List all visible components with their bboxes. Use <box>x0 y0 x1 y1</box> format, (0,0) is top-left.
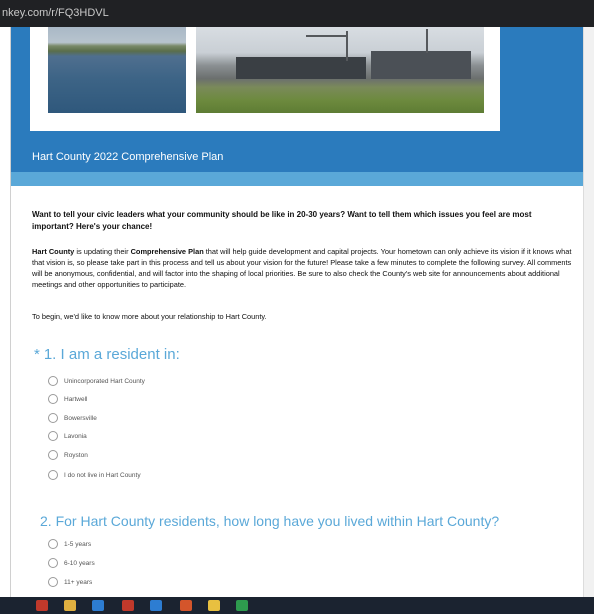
survey-title: Hart County 2022 Comprehensive Plan <box>32 151 224 163</box>
q1-option[interactable]: Lavonia <box>48 429 87 443</box>
radio-icon[interactable] <box>48 539 58 549</box>
url-text: nkey.com/r/FQ3HDVL <box>2 7 109 19</box>
option-label: 11+ years <box>64 578 93 586</box>
lake-photo <box>48 27 186 113</box>
option-label: 1-5 years <box>64 540 92 548</box>
browser-url-bar[interactable]: nkey.com/r/FQ3HDVL <box>0 0 594 27</box>
option-label: I do not live in Hart County <box>64 471 141 479</box>
option-label: Unincorporated Hart County <box>64 377 145 385</box>
option-label: Lavonia <box>64 432 87 440</box>
folder-icon[interactable] <box>64 600 76 611</box>
construction-photo <box>196 27 484 113</box>
q2-option[interactable]: 11+ years <box>48 575 92 589</box>
intro-county: Hart County <box>32 247 75 256</box>
taskbar <box>0 597 594 614</box>
radio-icon[interactable] <box>48 376 58 386</box>
intro-begin: To begin, we'd like to know more about y… <box>32 312 267 321</box>
q1-option[interactable]: Bowersville <box>48 411 97 425</box>
app-icon[interactable] <box>92 600 104 611</box>
app-icon[interactable] <box>150 600 162 611</box>
q1-option[interactable]: Royston <box>48 448 88 462</box>
header-band <box>11 172 583 186</box>
intro-heading: Want to tell your civic leaders what you… <box>32 210 532 231</box>
question-1-title: * 1. I am a resident in: <box>34 346 180 363</box>
app-icon[interactable] <box>180 600 192 611</box>
app-icon[interactable] <box>36 600 48 611</box>
radio-icon[interactable] <box>48 431 58 441</box>
intro-plan: Comprehensive Plan <box>130 247 204 256</box>
option-label: Royston <box>64 451 88 459</box>
app-icon[interactable] <box>236 600 248 611</box>
option-label: 6-10 years <box>64 559 95 567</box>
question-1-text: 1. I am a resident in: <box>43 346 180 363</box>
intro-mid: is updating their <box>74 247 131 256</box>
q1-option[interactable]: Unincorporated Hart County <box>48 374 145 388</box>
q2-option[interactable]: 1-5 years <box>48 537 91 551</box>
required-mark: * <box>34 346 40 363</box>
app-icon[interactable] <box>208 600 220 611</box>
app-icon[interactable] <box>122 600 134 611</box>
radio-icon[interactable] <box>48 558 58 568</box>
radio-icon[interactable] <box>48 577 58 587</box>
q2-option[interactable]: 6-10 years <box>48 556 95 570</box>
intro-paragraph: Hart County is updating their Comprehens… <box>32 246 572 290</box>
q1-option[interactable]: Hartwell <box>48 392 87 406</box>
q1-option[interactable]: I do not live in Hart County <box>48 468 141 482</box>
option-label: Hartwell <box>64 395 88 403</box>
radio-icon[interactable] <box>48 413 58 423</box>
page-scrollbar[interactable] <box>583 27 594 597</box>
radio-icon[interactable] <box>48 450 58 460</box>
survey-page: Hart County 2022 Comprehensive Plan Want… <box>0 27 594 597</box>
question-2-title: 2. For Hart County residents, how long h… <box>40 513 500 529</box>
option-label: Bowersville <box>64 414 97 422</box>
radio-icon[interactable] <box>48 470 58 480</box>
radio-icon[interactable] <box>48 394 58 404</box>
